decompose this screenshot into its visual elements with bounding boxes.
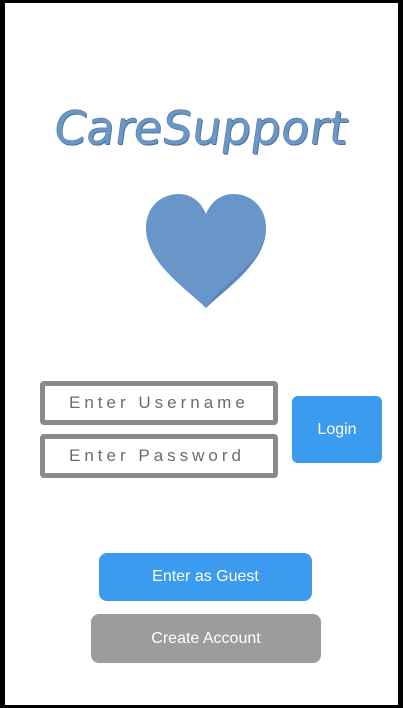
heart-icon bbox=[146, 194, 266, 308]
app-title: CareSupport bbox=[50, 101, 353, 155]
heart-shape bbox=[146, 194, 266, 308]
guest-button[interactable]: Enter as Guest bbox=[99, 553, 312, 601]
app-screen: CareSupport Login Enter as Guest Create … bbox=[0, 0, 403, 708]
login-button[interactable]: Login bbox=[292, 396, 382, 463]
password-input[interactable] bbox=[40, 434, 278, 478]
create-account-button[interactable]: Create Account bbox=[91, 614, 321, 663]
username-input[interactable] bbox=[40, 381, 278, 425]
